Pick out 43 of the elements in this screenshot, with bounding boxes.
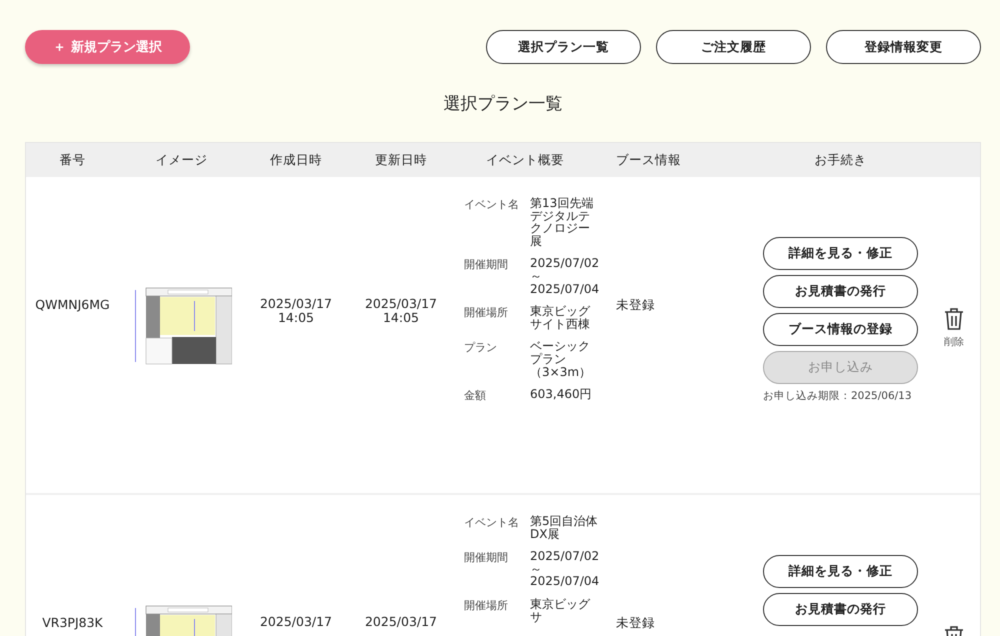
column-header: イベント概要 bbox=[485, 152, 565, 168]
column-header: 番号 bbox=[58, 152, 86, 168]
nav-button[interactable]: 選択プラン一覧 bbox=[486, 30, 641, 64]
booth-status: 未登録 bbox=[616, 615, 655, 632]
action-button[interactable]: お見積書の発行 bbox=[763, 275, 918, 308]
created-date: 2025/03/17 bbox=[258, 615, 334, 629]
created-date: 2025/03/17 14:05 bbox=[258, 297, 334, 324]
event-field-value: 第13回先端デジタルテクノロジー展 bbox=[530, 197, 594, 248]
event-field-label: イベント名 bbox=[464, 515, 520, 531]
plan-number: QWMNJ6MG bbox=[35, 297, 110, 312]
event-field-label: 開催場所 bbox=[464, 598, 509, 614]
event-field-label: 金額 bbox=[464, 388, 487, 404]
column-header: 作成日時 bbox=[269, 152, 323, 168]
event-field-label: イベント名 bbox=[464, 197, 520, 213]
column-header: お手続き bbox=[814, 152, 868, 168]
event-field-label: 開催場所 bbox=[464, 305, 509, 322]
booth-status: 未登録 bbox=[616, 297, 655, 314]
event-field-value: 第5回自治体DX展 bbox=[530, 515, 599, 540]
event-field-label: 開催期間 bbox=[464, 257, 509, 274]
column-header: ブース情報 bbox=[615, 152, 682, 168]
event-field-label: プラン bbox=[464, 340, 498, 356]
event-field-value: ベーシックプラン（3×3m） bbox=[530, 340, 592, 378]
event-field-value: 東京ビッグサイト西棟 bbox=[530, 305, 592, 330]
event-field-value: 東京ビッグサ bbox=[530, 598, 592, 624]
action-button[interactable]: 詳細を見る・修正 bbox=[763, 237, 918, 270]
trash-icon[interactable] bbox=[944, 307, 964, 331]
action-button[interactable]: 詳細を見る・修正 bbox=[763, 555, 918, 588]
plan-number: VR3PJ83K bbox=[42, 615, 103, 630]
event-field-label: 開催期間 bbox=[464, 550, 509, 566]
event-field-value: 603,460円 bbox=[530, 388, 593, 404]
page-title: 選択プラン一覧 bbox=[442, 93, 564, 115]
event-field-value: 2025/07/02 ～ 2025/07/04 bbox=[530, 257, 600, 296]
column-header: イメージ bbox=[154, 152, 208, 168]
column-header: 更新日時 bbox=[374, 152, 428, 168]
action-button[interactable]: お見積書の発行 bbox=[763, 593, 918, 626]
event-field-value: 2025/07/02 ～ 2025/07/04 bbox=[530, 550, 600, 588]
nav-button[interactable]: ご注文履歴 bbox=[656, 30, 811, 64]
updated-date: 2025/03/17 14:05 bbox=[364, 297, 438, 324]
delete-label: 削除 bbox=[944, 336, 964, 349]
deadline-text: お申し込み期限：2025/06/13 bbox=[763, 389, 913, 403]
nav-button[interactable]: 登録情報変更 bbox=[826, 30, 981, 64]
action-button[interactable]: ブース情報の登録 bbox=[763, 313, 918, 346]
updated-date: 2025/03/17 bbox=[364, 615, 438, 629]
